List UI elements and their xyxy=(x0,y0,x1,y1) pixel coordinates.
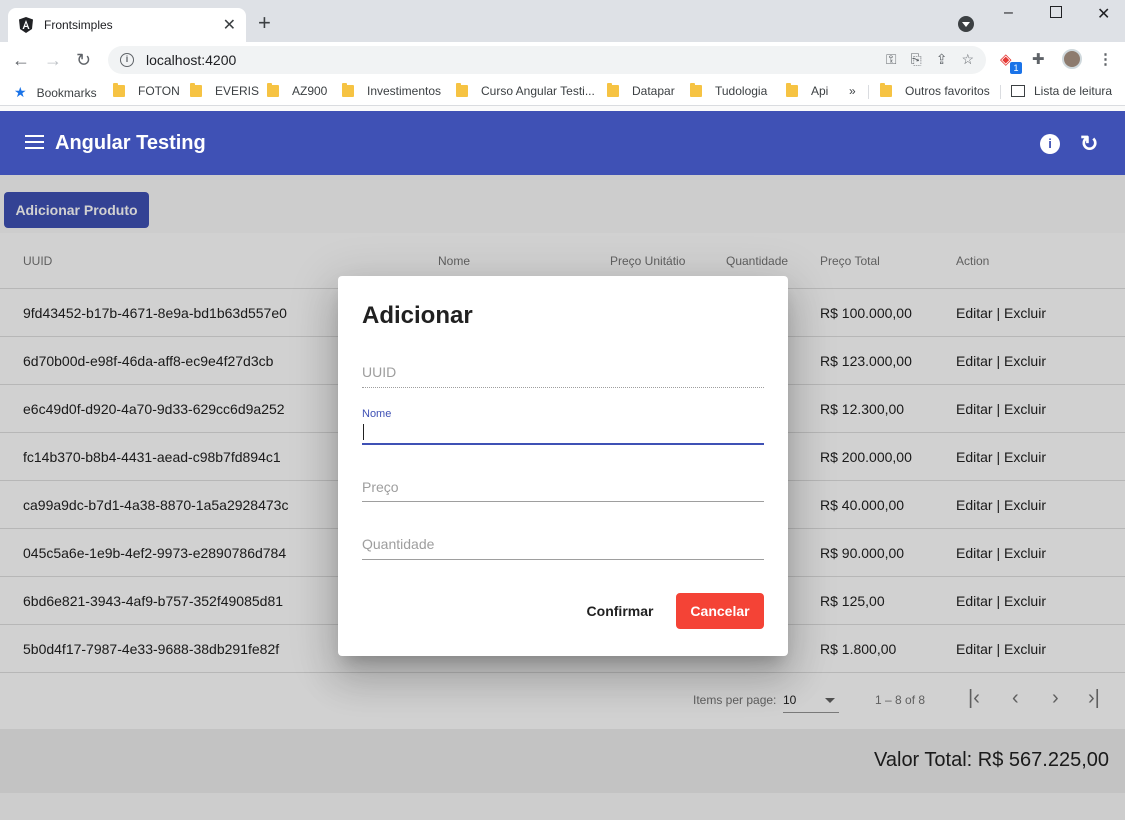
nome-label: Nome xyxy=(362,408,392,420)
tab-close-icon[interactable]: ✕ xyxy=(223,15,236,35)
preco-field[interactable]: Preço xyxy=(362,479,764,502)
dialog-title: Adicionar xyxy=(362,302,473,329)
reading-list[interactable]: Lista de leitura xyxy=(1011,84,1112,98)
bookmarks-bar: ★ Bookmarks FOTON EVERIS AZ900 Investime… xyxy=(0,78,1125,106)
reading-list-icon xyxy=(1011,85,1025,97)
quantidade-field[interactable]: Quantidade xyxy=(362,536,764,560)
bookmark-curso-angular[interactable]: Curso Angular Testi... xyxy=(456,83,595,98)
key-icon[interactable]: ⚿ xyxy=(886,51,897,68)
profile-avatar[interactable] xyxy=(1062,49,1082,69)
app-toolbar: Angular Testing i ↻ xyxy=(0,111,1125,175)
confirm-button[interactable]: Confirmar xyxy=(575,593,665,629)
browser-tabstrip: Frontsimples ✕ + – ✕ xyxy=(0,0,1125,42)
back-icon[interactable]: ← xyxy=(12,50,30,70)
folder-icon xyxy=(190,83,202,97)
folder-icon xyxy=(113,83,125,97)
info-icon[interactable]: i xyxy=(1040,134,1060,154)
bookmark-bookmarks[interactable]: ★ Bookmarks xyxy=(14,84,97,101)
maximize-icon[interactable] xyxy=(1050,6,1062,18)
puzzle-extensions-icon[interactable]: ✚ xyxy=(1032,50,1045,68)
folder-icon xyxy=(880,83,892,97)
nome-field[interactable]: Nome xyxy=(362,404,764,445)
folder-icon xyxy=(456,83,468,97)
uuid-underline xyxy=(362,387,764,388)
new-tab-icon[interactable]: + xyxy=(258,12,271,34)
folder-icon xyxy=(342,83,354,97)
bookmark-outros-favoritos[interactable]: Outros favoritos xyxy=(880,83,990,98)
bookmark-separator xyxy=(1000,85,1001,99)
uuid-placeholder: UUID xyxy=(362,364,397,380)
folder-icon xyxy=(267,83,279,97)
bookmark-separator xyxy=(868,85,869,99)
browser-toolbar: ← → ↻ i localhost:4200 ⚿ ⎘ ⇪ ☆ ◈ ✚ ⋮ xyxy=(0,42,1125,78)
cancel-button[interactable]: Cancelar xyxy=(676,593,764,629)
bookmark-everis[interactable]: EVERIS xyxy=(190,83,259,98)
window-close-icon[interactable]: ✕ xyxy=(1097,4,1110,24)
uuid-field[interactable]: UUID xyxy=(362,364,764,388)
add-product-dialog: Adicionar UUID Nome Preço Quantidade Con… xyxy=(338,276,788,656)
reload-icon[interactable]: ↻ xyxy=(76,50,91,70)
menu-icon[interactable] xyxy=(25,135,44,149)
preco-underline xyxy=(362,501,764,502)
extension-badge: 1 xyxy=(1010,62,1022,74)
tab-search-icon[interactable] xyxy=(958,16,974,32)
bookmark-tudologia[interactable]: Tudologia xyxy=(690,83,767,98)
nome-underline xyxy=(362,443,764,445)
bookmark-datapar[interactable]: Datapar xyxy=(607,83,675,98)
star-icon: ★ xyxy=(14,84,27,100)
bookmarks-overflow[interactable]: » xyxy=(849,84,856,98)
app-title: Angular Testing xyxy=(55,132,206,154)
folder-icon xyxy=(607,83,619,97)
forward-icon[interactable]: → xyxy=(44,50,62,70)
translate-icon[interactable]: ⎘ xyxy=(911,51,922,68)
angular-icon xyxy=(19,17,33,33)
bookmark-api[interactable]: Api xyxy=(786,83,828,98)
text-caret xyxy=(363,424,364,440)
kebab-menu-icon[interactable]: ⋮ xyxy=(1098,50,1113,68)
bookmark-foton[interactable]: FOTON xyxy=(113,83,180,98)
browser-tab[interactable]: Frontsimples ✕ xyxy=(8,8,246,42)
bookmark-star-icon[interactable]: ☆ xyxy=(961,51,974,68)
folder-icon xyxy=(690,83,702,97)
refresh-icon[interactable]: ↻ xyxy=(1080,131,1098,157)
quantidade-underline xyxy=(362,559,764,560)
minimize-icon[interactable]: – xyxy=(1004,4,1013,22)
preco-placeholder: Preço xyxy=(362,479,399,495)
folder-icon xyxy=(786,83,798,97)
tab-title: Frontsimples xyxy=(44,18,113,32)
quantidade-placeholder: Quantidade xyxy=(362,536,435,552)
bookmark-investimentos[interactable]: Investimentos xyxy=(342,83,441,98)
url-text[interactable]: localhost:4200 xyxy=(146,52,236,68)
address-bar[interactable]: i localhost:4200 ⚿ ⎘ ⇪ ☆ xyxy=(108,46,986,74)
share-icon[interactable]: ⇪ xyxy=(936,51,948,68)
site-info-icon[interactable]: i xyxy=(120,53,134,67)
bookmark-az900[interactable]: AZ900 xyxy=(267,83,327,98)
